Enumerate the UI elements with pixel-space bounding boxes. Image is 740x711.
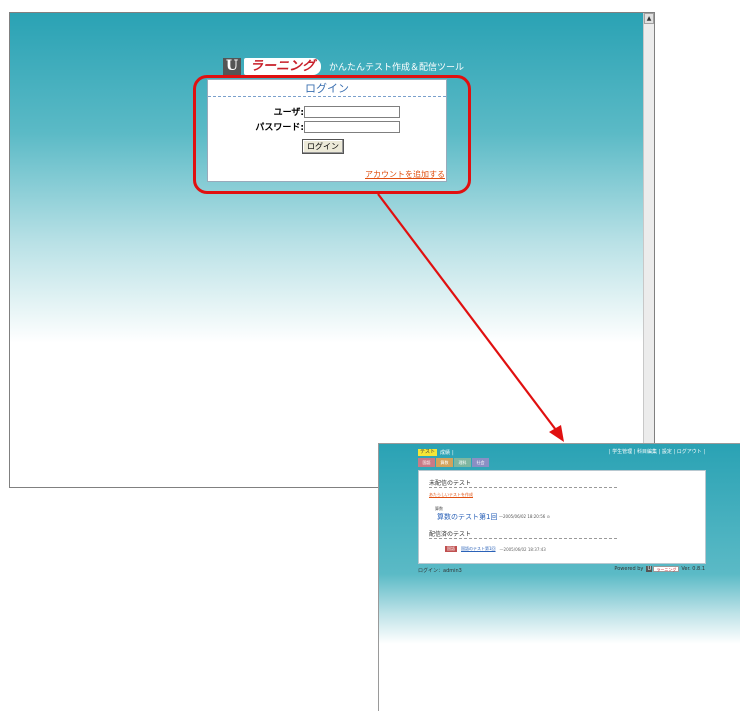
app-window: テスト 成績 | | 学生管理 | 科目編集 | 設定 | ログアウト | 国語… xyxy=(378,443,740,711)
footer-logo-u-icon: U xyxy=(646,566,653,572)
undelivered-test-date: —2005/06/02 18:20:56 ⊙ xyxy=(499,514,550,519)
scroll-up-icon[interactable]: ▲ xyxy=(644,13,654,24)
screenshot-stage: ▲ U ラーニング かんたんテスト作成＆配信ツール ログイン ユーザ: パスワー… xyxy=(0,0,740,711)
delivered-test-link[interactable]: 国語のテスト第1回 xyxy=(461,546,496,552)
brand-header: U ラーニング かんたんテスト作成＆配信ツール xyxy=(223,58,464,75)
tab-test[interactable]: テスト xyxy=(418,449,438,456)
logo-u-icon: U xyxy=(223,58,241,75)
powered-by-label: Powered by xyxy=(614,566,644,572)
tab-separator: | xyxy=(452,449,454,456)
subject-tabs: 国語 算数 理科 社会 xyxy=(418,458,490,467)
subject-tab-science[interactable]: 理科 xyxy=(454,458,471,467)
delivered-test-date: —2005/06/02 18:37:43 xyxy=(499,546,546,552)
brand-tagline: かんたんテスト作成＆配信ツール xyxy=(329,63,465,73)
admin-menu[interactable]: | 学生管理 | 科目編集 | 設定 | ログアウト | xyxy=(609,448,705,455)
section-divider xyxy=(429,487,617,488)
subject-tab-japanese[interactable]: 国語 xyxy=(418,458,435,467)
new-test-link[interactable]: あたらしいテストを作成 xyxy=(429,492,473,498)
undelivered-test-link[interactable]: 算数のテスト第1回 xyxy=(437,512,497,522)
login-status: ログイン：admin3 xyxy=(418,568,462,574)
subject-badge: 国語 xyxy=(445,546,457,552)
powered-by: Powered by U ラーニング Ver. 0.8.1 xyxy=(614,566,705,572)
subject-tab-math[interactable]: 算数 xyxy=(436,458,453,467)
tab-grades[interactable]: 成績 xyxy=(440,449,450,456)
subject-tab-social[interactable]: 社会 xyxy=(472,458,489,467)
delivered-title: 配信済のテスト xyxy=(429,531,472,538)
delivered-test-row: 国語 国語のテスト第1回 —2005/06/02 18:37:43 xyxy=(445,546,546,552)
undelivered-title: 未配信のテスト xyxy=(429,480,472,487)
footer-logo-text: ラーニング xyxy=(653,566,680,572)
vertical-scrollbar[interactable]: ▲ xyxy=(643,13,654,487)
version-label: Ver. 0.8.1 xyxy=(681,566,705,572)
logo-text: ラーニング xyxy=(244,58,322,75)
section-divider xyxy=(429,538,617,539)
highlight-ring xyxy=(193,75,471,194)
test-panel: 未配信のテスト あたらしいテストを作成 算数 算数のテスト第1回 —2005/0… xyxy=(418,470,706,564)
